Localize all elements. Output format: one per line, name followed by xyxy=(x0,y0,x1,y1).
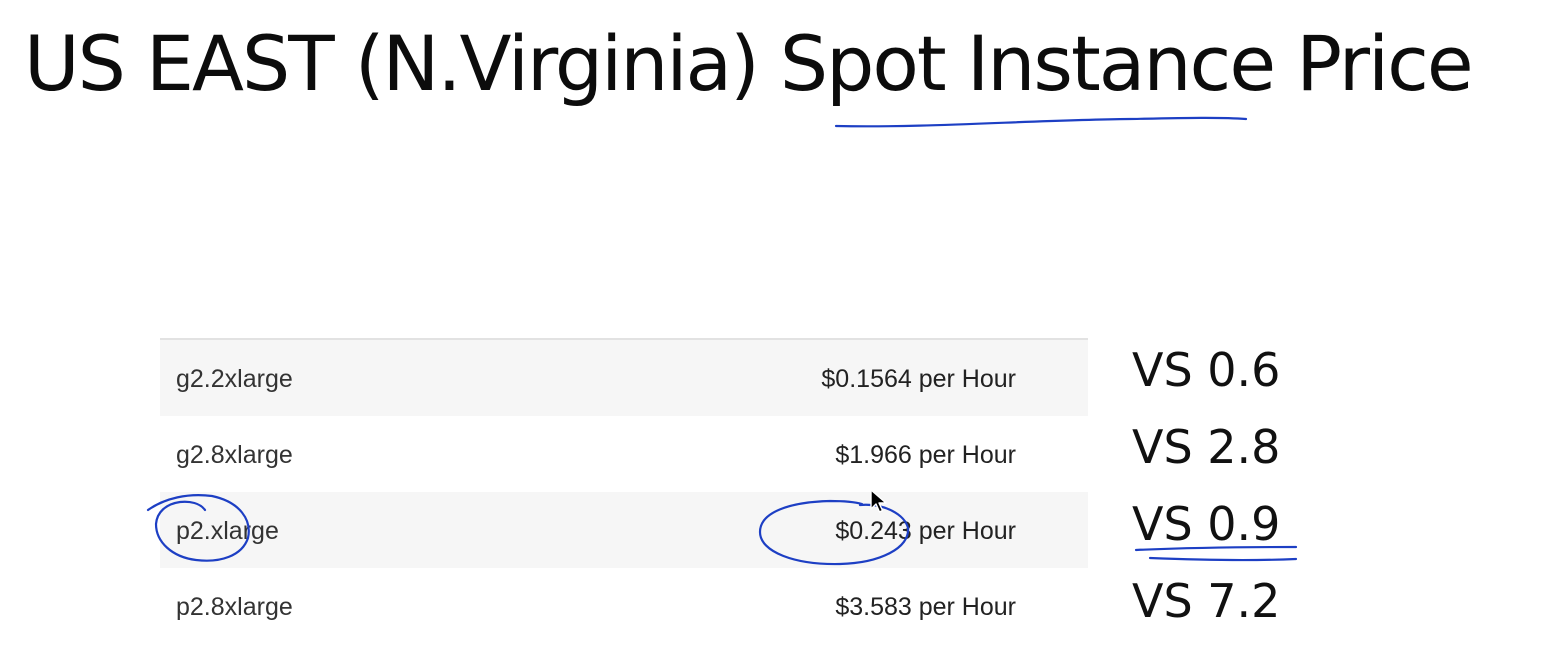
instance-name: g2.8xlarge xyxy=(176,441,293,469)
instance-name: p2.8xlarge xyxy=(176,593,293,621)
instance-price: $0.243 per Hour xyxy=(835,517,1016,545)
instance-name: p2.xlarge xyxy=(176,517,279,545)
instance-price: $0.1564 per Hour xyxy=(821,365,1016,393)
comparison-value: VS 7.2 xyxy=(1132,574,1281,628)
comparison-column: VS 0.6 VS 2.8 VS 0.9 VS 7.2 xyxy=(1132,338,1280,646)
price-table: g2.2xlarge $0.1564 per Hour g2.8xlarge $… xyxy=(160,338,1088,644)
instance-name: g2.2xlarge xyxy=(176,365,293,393)
table-row: g2.2xlarge $0.1564 per Hour xyxy=(160,340,1088,416)
comparison-value: VS 2.8 xyxy=(1132,420,1281,474)
slide-title: US EAST (N.Virginia) Spot Instance Price xyxy=(24,19,1474,108)
mouse-pointer-icon xyxy=(870,489,887,513)
comparison-value: VS 0.9 xyxy=(1132,497,1281,551)
table-row: p2.8xlarge $3.583 per Hour xyxy=(160,568,1088,644)
instance-price: $3.583 per Hour xyxy=(835,593,1016,621)
table-row: g2.8xlarge $1.966 per Hour xyxy=(160,416,1088,492)
table-row: p2.xlarge $0.243 per Hour xyxy=(160,492,1088,568)
title-underline-stroke xyxy=(834,116,1248,128)
comparison-value: VS 0.6 xyxy=(1132,343,1281,397)
instance-price: $1.966 per Hour xyxy=(835,441,1016,469)
